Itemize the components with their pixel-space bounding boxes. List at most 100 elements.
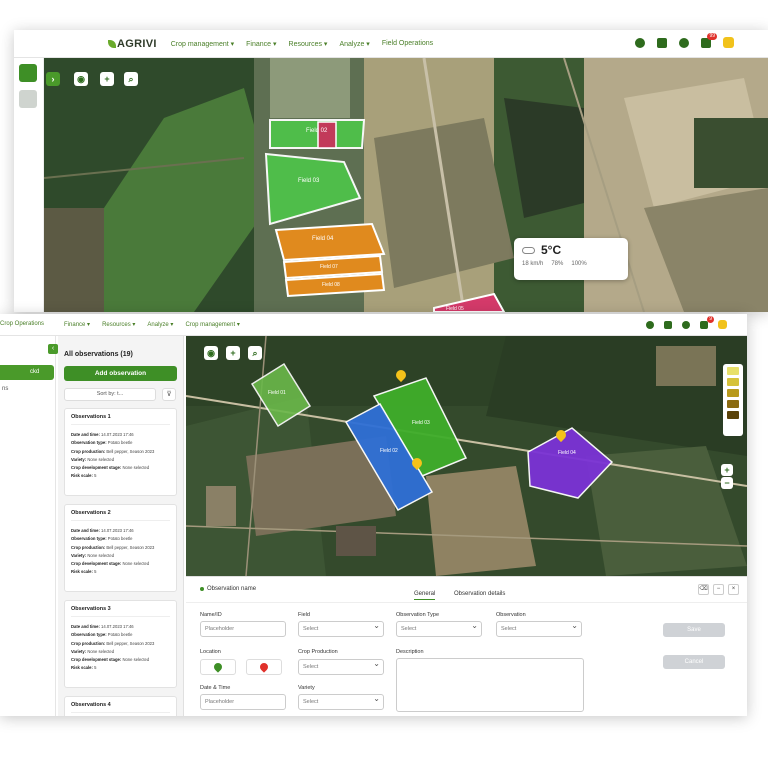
observation-select[interactable]: Select bbox=[496, 621, 582, 637]
field-label: Field 04 bbox=[312, 236, 334, 242]
observation-type-select[interactable]: Select bbox=[396, 621, 482, 637]
map-imagery bbox=[186, 336, 747, 576]
date-time-label: Date & Time bbox=[200, 685, 231, 691]
field-03-polygon bbox=[264, 152, 362, 226]
agrivi-logo: AGRIVI bbox=[108, 38, 157, 50]
name-input[interactable]: Placeholder bbox=[200, 621, 286, 637]
help-icon[interactable] bbox=[646, 320, 654, 329]
row-value: Bell pepper, Season 2023 bbox=[106, 640, 155, 646]
sort-button[interactable]: Sort by: t... bbox=[64, 388, 156, 401]
row-value: 5 bbox=[94, 665, 97, 671]
save-button[interactable]: Save bbox=[663, 623, 725, 637]
header-icons: 9 bbox=[646, 315, 727, 329]
location-remove-button[interactable] bbox=[246, 659, 282, 675]
chat-icon[interactable]: 99 bbox=[701, 32, 717, 48]
menu-finance[interactable]: Finance ▾ bbox=[64, 321, 90, 328]
location-remove-icon bbox=[258, 661, 270, 673]
row-label: Risk scale: bbox=[71, 665, 93, 671]
expand-panel-button[interactable]: › bbox=[46, 72, 60, 86]
chat-icon[interactable]: 9 bbox=[700, 315, 714, 329]
eye-icon[interactable]: ◉ bbox=[204, 346, 218, 360]
collapse-icon[interactable]: ‹ bbox=[48, 344, 58, 354]
row-value: 5 bbox=[94, 569, 97, 575]
user-avatar[interactable] bbox=[723, 37, 734, 48]
observation-card[interactable]: Observations 4 bbox=[64, 696, 177, 716]
add-observation-button[interactable]: Add observation bbox=[64, 366, 177, 381]
field-label: Field 02 bbox=[380, 448, 398, 454]
cancel-button[interactable]: Cancel bbox=[663, 655, 725, 669]
add-icon[interactable]: + bbox=[226, 346, 240, 360]
bell-icon[interactable] bbox=[679, 37, 689, 48]
location-pin-button[interactable] bbox=[200, 659, 236, 675]
satellite-map[interactable]: Field 02 Field 03 Field 04 Field 07 Fiel… bbox=[44, 58, 768, 312]
leaf-icon bbox=[108, 39, 116, 48]
row-label: Date and time: bbox=[71, 528, 100, 533]
date-time-input[interactable]: Placeholder bbox=[200, 694, 286, 710]
menu-crop-management[interactable]: Crop management ▾ bbox=[171, 40, 234, 48]
notification-badge: 9 bbox=[707, 315, 714, 323]
trash-icon[interactable]: ⌫ bbox=[698, 584, 709, 595]
form-header-actions: ⌫ − × bbox=[698, 584, 739, 595]
help-icon[interactable] bbox=[635, 37, 645, 48]
close-icon[interactable]: × bbox=[728, 584, 739, 595]
row-label: Crop development stage: bbox=[71, 561, 122, 567]
menu-resources[interactable]: Resources ▾ bbox=[102, 321, 135, 328]
add-icon[interactable]: + bbox=[100, 72, 114, 86]
search-icon[interactable]: ⌕ bbox=[124, 72, 138, 86]
menu-finance[interactable]: Finance ▾ bbox=[246, 40, 276, 48]
menu-resources[interactable]: Resources ▾ bbox=[289, 40, 328, 48]
tab-general[interactable]: General bbox=[414, 591, 436, 600]
nav-item-active[interactable]: ckd bbox=[0, 365, 54, 380]
search-icon[interactable]: ⌕ bbox=[248, 346, 262, 360]
zoom-out-button[interactable]: − bbox=[721, 477, 733, 489]
legend-swatch bbox=[727, 400, 739, 408]
header-icons: 99 bbox=[635, 32, 734, 48]
row-value: 14.07.2023 17:46 bbox=[101, 528, 134, 533]
row-value: None selected bbox=[87, 456, 115, 462]
menu-analyze[interactable]: Analyze ▾ bbox=[339, 40, 369, 48]
tractor-icon[interactable] bbox=[19, 90, 37, 108]
row-label: Variety: bbox=[71, 552, 87, 558]
row-label: Variety: bbox=[71, 648, 87, 654]
description-textarea[interactable] bbox=[396, 658, 584, 712]
menu-crop-operations[interactable]: Crop Operations bbox=[0, 321, 44, 328]
menu-analyze[interactable]: Analyze ▾ bbox=[147, 321, 173, 328]
observation-card[interactable]: Observations 3 Date and time: 14.07.2023… bbox=[64, 600, 177, 688]
row-label: Date and time: bbox=[71, 624, 100, 629]
field-label: Field 03 bbox=[298, 178, 320, 184]
satellite-map[interactable]: Field 01 Field 02 Field 03 Field 04 ◉ + … bbox=[186, 336, 747, 576]
field-select[interactable]: Select bbox=[298, 621, 384, 637]
top-navigation-bar: Crop Operations Finance ▾ Resources ▾ An… bbox=[0, 314, 747, 336]
menu-crop-management[interactable]: Crop management ▾ bbox=[185, 321, 239, 328]
main-menu: Crop management ▾ Finance ▾ Resources ▾ … bbox=[171, 40, 433, 48]
row-label: Observation type: bbox=[71, 440, 107, 446]
observation-card[interactable]: Observations 1 Date and time: 14.07.2023… bbox=[64, 408, 177, 496]
calendar-icon[interactable] bbox=[657, 37, 667, 48]
nav-item[interactable]: ns bbox=[0, 386, 8, 392]
row-label: Observation type: bbox=[71, 632, 107, 638]
row-value: Potato beetle bbox=[107, 440, 133, 446]
legend-swatch bbox=[727, 389, 739, 397]
user-avatar[interactable] bbox=[718, 320, 727, 329]
row-value: None selected bbox=[122, 465, 150, 471]
minimize-icon[interactable]: − bbox=[713, 584, 724, 595]
funnel-icon[interactable]: ⊽ bbox=[162, 388, 176, 401]
tab-observation-details[interactable]: Observation details bbox=[454, 591, 505, 597]
clipboard-icon[interactable] bbox=[19, 64, 37, 82]
top-navigation-bar: AGRIVI Crop management ▾ Finance ▾ Resou… bbox=[14, 30, 768, 58]
description-label: Description bbox=[396, 649, 424, 655]
crop-production-select[interactable]: Select bbox=[298, 659, 384, 675]
eye-icon[interactable]: ◉ bbox=[74, 72, 88, 86]
row-label: Crop development stage: bbox=[71, 657, 122, 663]
row-value: None selected bbox=[87, 552, 115, 558]
row-label: Crop production: bbox=[71, 448, 106, 454]
bell-icon[interactable] bbox=[682, 320, 690, 329]
calendar-icon[interactable] bbox=[664, 320, 672, 329]
menu-field-operations[interactable]: Field Operations bbox=[382, 40, 433, 48]
field-02-polygon bbox=[269, 119, 366, 149]
notification-badge: 99 bbox=[707, 32, 717, 40]
location-pin-icon bbox=[212, 661, 224, 673]
zoom-in-button[interactable]: + bbox=[721, 464, 733, 476]
observation-card[interactable]: Observations 2 Date and time: 14.07.2023… bbox=[64, 504, 177, 592]
variety-select[interactable]: Select bbox=[298, 694, 384, 710]
